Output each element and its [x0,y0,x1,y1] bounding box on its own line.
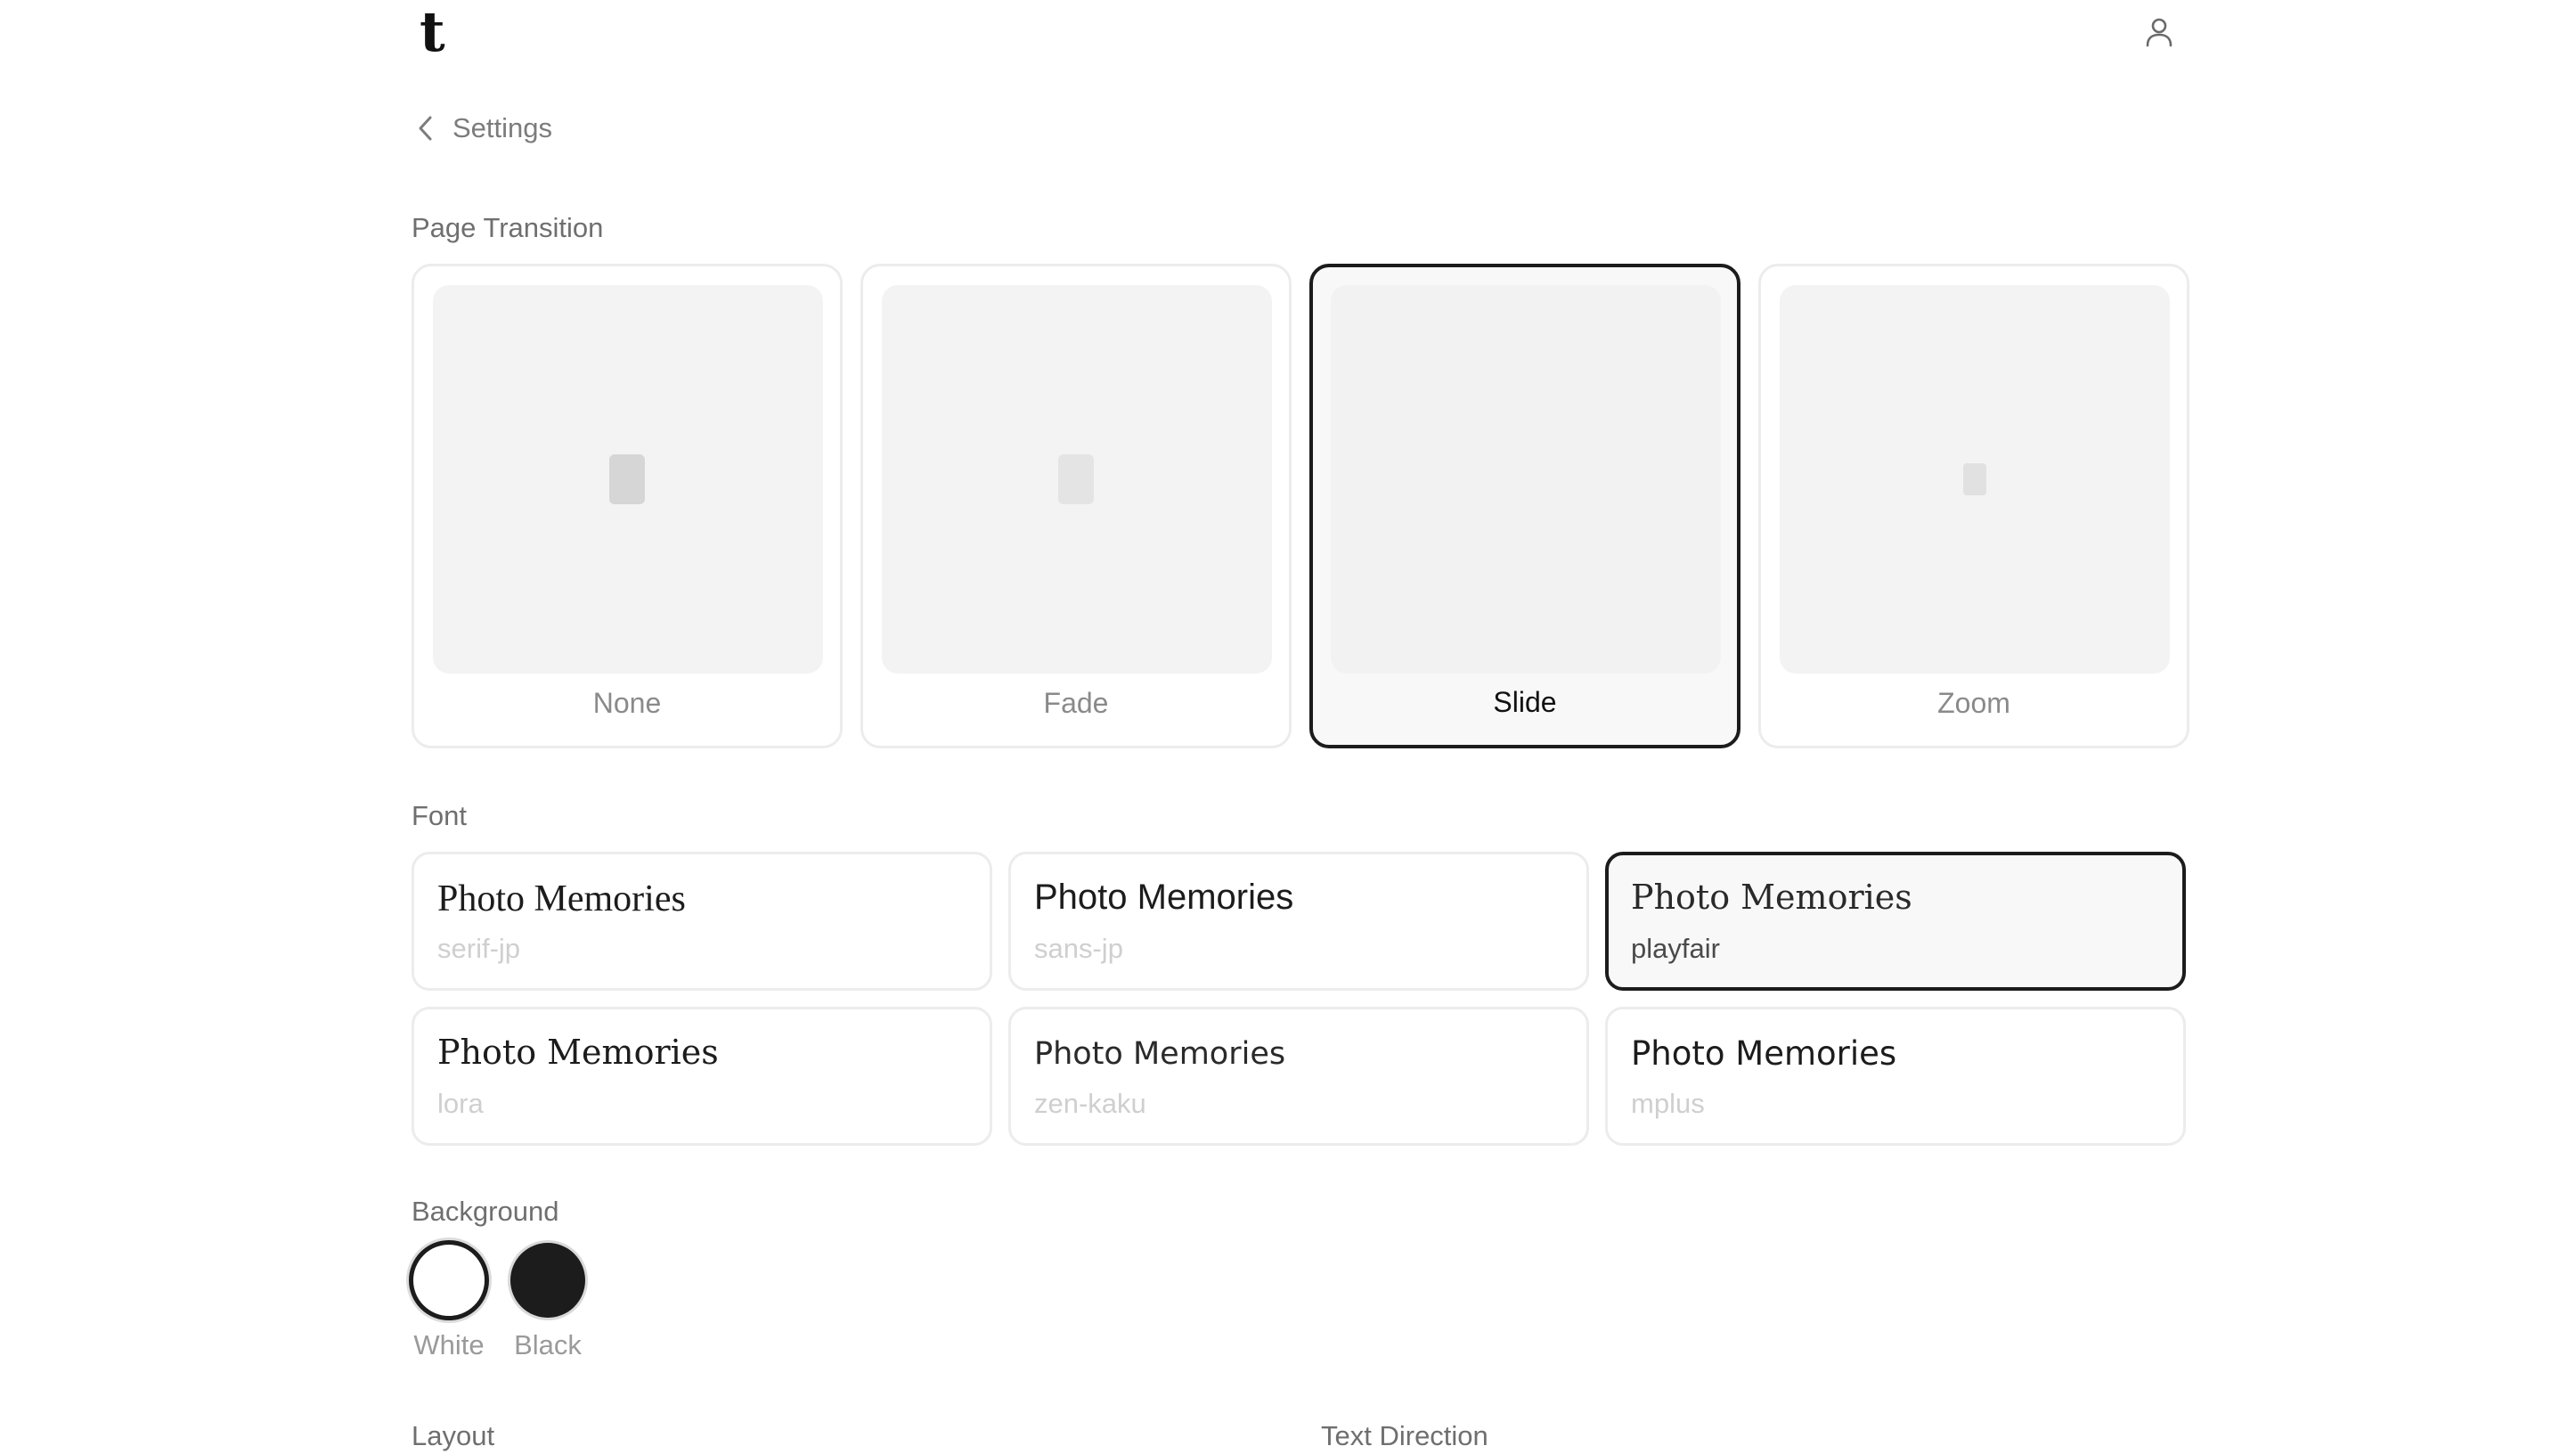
background-swatch-black[interactable] [508,1240,588,1320]
font-name: playfair [1631,933,1720,964]
font-sample: Photo Memories [437,1033,719,1072]
background-swatch-white[interactable] [409,1240,489,1320]
page-thumbnail [609,454,645,504]
back-to-settings-button[interactable]: Settings [412,107,552,150]
font-name: serif-jp [437,933,521,964]
font-option-serif-jp[interactable]: Photo Memories serif-jp [412,852,992,991]
background-label-black: Black [514,1329,582,1360]
transition-preview [882,285,1272,674]
user-icon [2146,18,2172,47]
layout-heading: Layout [412,1420,495,1451]
font-option-playfair[interactable]: Photo Memories playfair [1605,852,2186,991]
font-name: mplus [1631,1088,1705,1119]
back-label: Settings [452,112,553,143]
font-sample: Photo Memories [437,878,686,919]
transition-preview [1331,285,1721,674]
background-heading: Background [412,1196,559,1227]
page-thumbnail [1058,454,1094,504]
font-sample: Photo Memories [1034,878,1294,917]
transition-option-slide[interactable]: Slide [1309,264,1740,748]
font-option-zen-kaku[interactable]: Photo Memories zen-kaku [1008,1007,1589,1146]
transition-preview [1780,285,2170,674]
transition-option-fade[interactable]: Fade [860,264,1292,748]
account-button[interactable] [2138,11,2181,53]
transition-option-none[interactable]: None [412,264,843,748]
text-direction-heading: Text Direction [1321,1420,1488,1451]
page-thumbnail [1963,463,1986,495]
chevron-left-icon [412,114,440,143]
page-transition-heading: Page Transition [412,212,604,243]
font-sample: Photo Memories [1631,1034,1897,1073]
transition-option-zoom[interactable]: Zoom [1758,264,2189,748]
transition-preview [433,285,823,674]
transition-label: Zoom [1937,687,2010,719]
font-option-sans-jp[interactable]: Photo Memories sans-jp [1008,852,1589,991]
font-option-lora[interactable]: Photo Memories lora [412,1007,992,1146]
font-sample: Photo Memories [1034,1036,1286,1072]
font-heading: Font [412,800,468,831]
font-option-mplus[interactable]: Photo Memories mplus [1605,1007,2186,1146]
font-name: lora [437,1088,484,1119]
font-name: zen-kaku [1034,1088,1146,1119]
transition-label: None [592,687,662,719]
background-label-white: White [413,1329,485,1360]
font-sample: Photo Memories [1631,878,1912,917]
settings-page: t Settings Page Transition None Fade Sli… [0,0,2576,1454]
transition-label: Fade [1043,687,1109,719]
transition-label: Slide [1493,686,1557,718]
font-name: sans-jp [1034,933,1123,964]
app-logo[interactable]: t [420,0,445,64]
